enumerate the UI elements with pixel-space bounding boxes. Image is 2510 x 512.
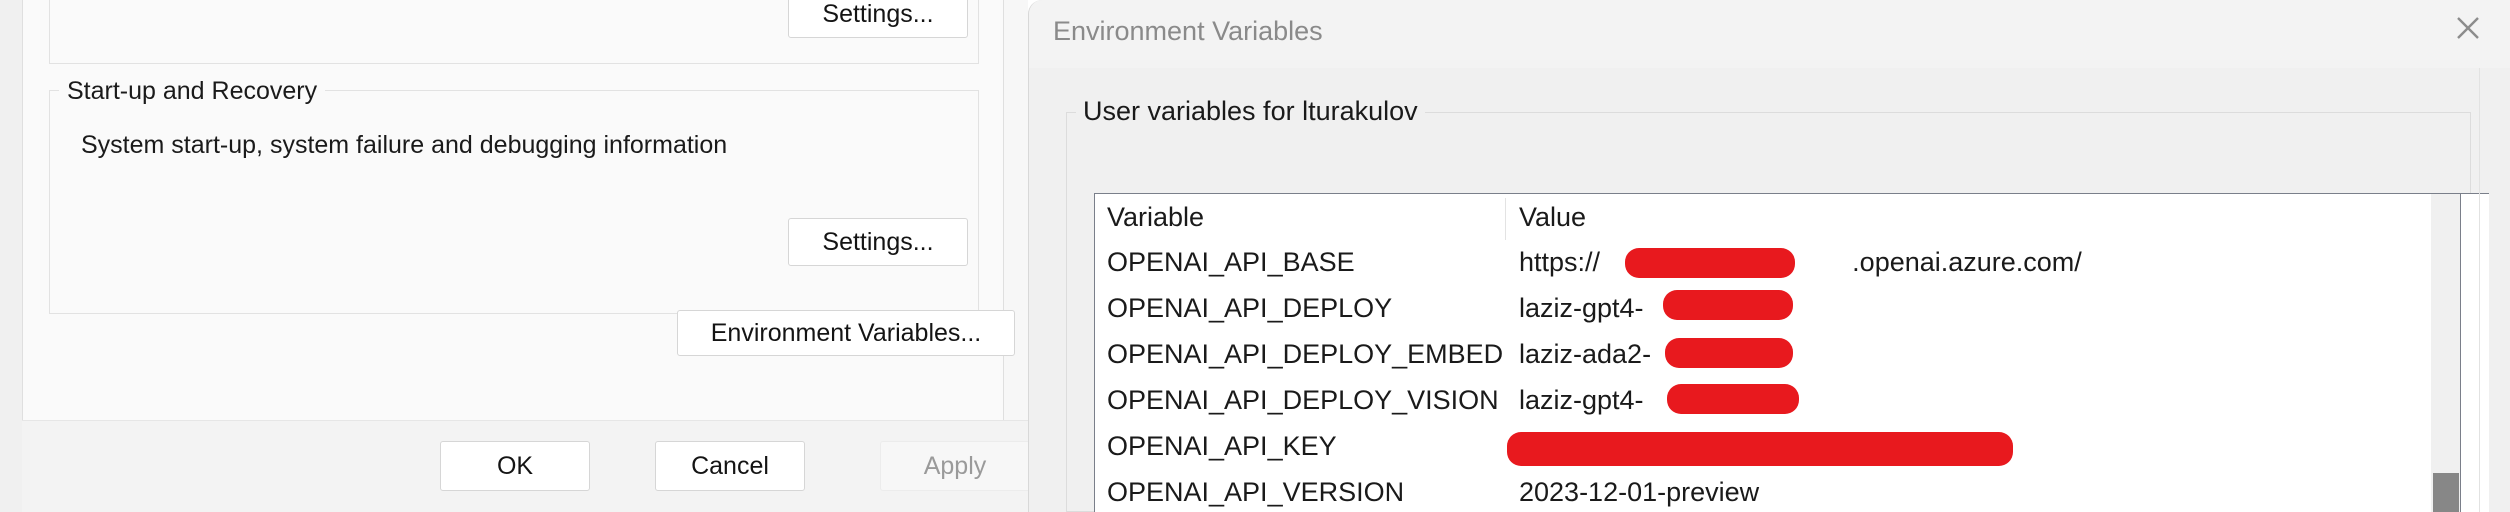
cancel-button[interactable]: Cancel xyxy=(655,441,805,491)
column-header-value[interactable]: Value xyxy=(1519,202,1586,233)
variable-name: OPENAI_API_DEPLOY xyxy=(1107,293,1393,323)
variable-value: laziz-ada2- xyxy=(1519,339,1651,370)
table-row[interactable]: OPENAI_API_DEPLOY_VISION laziz-gpt4- xyxy=(1095,378,2489,424)
startup-recovery-group-box xyxy=(49,90,979,314)
column-divider[interactable] xyxy=(1505,198,1506,240)
environment-variables-dialog: Environment Variables User variables for… xyxy=(1028,0,2510,512)
redaction-mark xyxy=(1663,290,1793,320)
variable-value: 2023-12-01-preview xyxy=(1519,477,1759,508)
ok-button[interactable]: OK xyxy=(440,441,590,491)
value-prefix: 2023-12-01-preview xyxy=(1519,477,1760,507)
table-scrollbar-thumb[interactable] xyxy=(2433,473,2459,512)
table-row[interactable]: OPENAI_API_VERSION 2023-12-01-preview xyxy=(1095,470,2489,512)
value-prefix: laziz-gpt4- xyxy=(1519,293,1644,323)
dialog-left-margin xyxy=(0,0,22,512)
dialog-footer-bar: OK Cancel Apply xyxy=(22,420,1028,512)
table-row[interactable]: OPENAI_API_BASE https://XXXXXXXXXXXXXX.o… xyxy=(1095,240,2489,286)
variable-name: OPENAI_API_DEPLOY_VISION xyxy=(1107,385,1499,415)
user-variables-group-label: User variables for lturakulov xyxy=(1076,98,1425,125)
redaction-mark xyxy=(1667,384,1799,414)
system-properties-content: Settings... Start-up and Recovery System… xyxy=(22,0,1015,421)
environment-variables-title: Environment Variables xyxy=(1053,16,1323,46)
table-header-row: Variable Value xyxy=(1095,194,2489,240)
table-row[interactable]: OPENAI_API_KEY xyxy=(1095,424,2489,470)
variable-name: OPENAI_API_VERSION xyxy=(1107,477,1405,507)
value-suffix: .openai.azure.com/ xyxy=(1852,247,2082,277)
table-scrollbar-track[interactable] xyxy=(2431,194,2461,512)
variable-value: laziz-gpt4- xyxy=(1519,385,1644,416)
user-variables-table[interactable]: Variable Value OPENAI_API_BASE https://X… xyxy=(1094,193,2489,512)
variable-name: OPENAI_API_KEY xyxy=(1107,431,1337,461)
value-prefix: laziz-gpt4- xyxy=(1519,385,1644,415)
ok-button-label: OK xyxy=(496,451,534,480)
redaction-mark xyxy=(1625,248,1795,278)
startup-recovery-settings-label: Settings... xyxy=(822,227,934,256)
value-prefix: laziz-ada2- xyxy=(1519,339,1652,369)
startup-recovery-group-label: Start-up and Recovery xyxy=(59,79,326,104)
dialog-right-edge xyxy=(2479,68,2480,512)
close-icon[interactable] xyxy=(2426,0,2510,56)
environment-variables-body: User variables for lturakulov Variable V… xyxy=(1029,68,2510,512)
value-prefix: https:// xyxy=(1519,247,1601,277)
environment-variables-button-label: Environment Variables... xyxy=(710,318,982,347)
redaction-mark xyxy=(1507,432,2013,466)
startup-recovery-description: System start-up, system failure and debu… xyxy=(81,131,728,159)
environment-variables-button[interactable]: Environment Variables... xyxy=(677,310,1015,356)
apply-button-label: Apply xyxy=(923,451,987,480)
column-header-variable[interactable]: Variable xyxy=(1107,202,1204,233)
screen-root: Settings... Start-up and Recovery System… xyxy=(0,0,2510,512)
variable-value: https://XXXXXXXXXXXXXX.openai.azure.com/ xyxy=(1519,247,2082,278)
variable-name: OPENAI_API_BASE xyxy=(1107,247,1355,277)
table-row[interactable]: OPENAI_API_DEPLOY laziz-gpt4- xyxy=(1095,286,2489,332)
startup-recovery-settings-button[interactable]: Settings... xyxy=(788,218,968,266)
performance-settings-label: Settings... xyxy=(822,0,934,28)
cancel-button-label: Cancel xyxy=(691,451,769,480)
variable-name: OPENAI_API_DEPLOY_EMBED xyxy=(1107,339,1504,369)
variable-value: laziz-gpt4- xyxy=(1519,293,1644,324)
table-row[interactable]: OPENAI_API_DEPLOY_EMBED laziz-ada2- xyxy=(1095,332,2489,378)
redaction-mark xyxy=(1665,338,1793,368)
apply-button: Apply xyxy=(880,441,1028,491)
system-properties-dialog: Settings... Start-up and Recovery System… xyxy=(0,0,1028,512)
environment-variables-titlebar[interactable]: Environment Variables xyxy=(1029,0,2510,68)
performance-settings-button[interactable]: Settings... xyxy=(788,0,968,38)
